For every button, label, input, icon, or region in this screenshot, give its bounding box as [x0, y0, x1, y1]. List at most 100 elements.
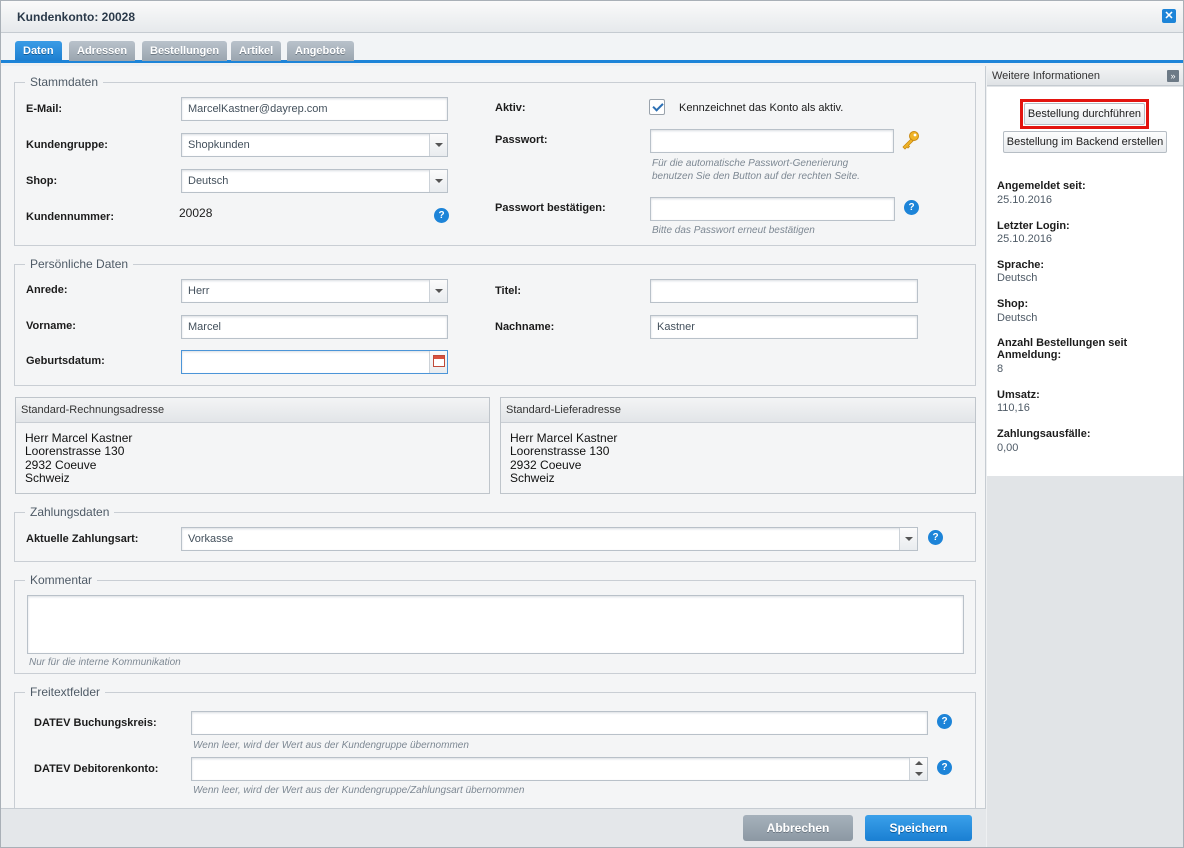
info-value: 0,00 [997, 442, 1019, 454]
info-value: 25.10.2016 [997, 233, 1053, 245]
info-key: Angemeldet seit: [997, 180, 1086, 192]
aktiv-description: Kennzeichnet das Konto als aktiv. [679, 102, 844, 114]
passwort-confirm-field[interactable] [650, 197, 895, 221]
sidebar-body: Bestellung durchführen Bestellung im Bac… [987, 87, 1183, 476]
anrede-value: Herr [188, 285, 210, 297]
info-sidebar: Weitere Informationen » Bestellung durch… [987, 66, 1183, 847]
kundengruppe-value: Shopkunden [188, 139, 250, 151]
anrede-label: Anrede: [26, 284, 68, 296]
tab-artikel[interactable]: Artikel [231, 41, 282, 61]
chevron-down-icon[interactable] [429, 134, 447, 156]
address-line: Loorenstrasse 130 [510, 444, 610, 459]
address-line: Schweiz [510, 470, 555, 485]
help-icon[interactable]: ? [434, 208, 449, 223]
delivery-address-panel: Standard-Lieferadresse Herr Marcel Kastn… [500, 397, 976, 494]
legend-freitext: Freitextfelder [25, 685, 106, 699]
tab-angebote[interactable]: Angebote [287, 41, 354, 61]
close-icon[interactable]: ✕ [1162, 9, 1176, 23]
kundennummer-label: Kundennummer: [26, 211, 114, 223]
legend-persoenlich: Persönliche Daten [25, 257, 134, 271]
help-icon[interactable]: ? [937, 714, 952, 729]
delivery-address-body: Herr Marcel Kastner Loorenstrasse 130 29… [501, 423, 975, 494]
billing-address-title: Standard-Rechnungsadresse [16, 398, 489, 423]
tab-adressen[interactable]: Adressen [69, 41, 136, 61]
legend-stammdaten: Stammdaten [25, 75, 104, 89]
passwort-confirm-hint: Bitte das Passwort erneut bestätigen [652, 225, 815, 236]
help-icon[interactable]: ? [928, 530, 943, 545]
info-key: Sprache: [997, 259, 1045, 271]
kommentar-hint: Nur für die interne Kommunikation [29, 657, 181, 668]
tab-bestellungen[interactable]: Bestellungen [142, 41, 228, 61]
shop-select[interactable]: Deutsch [181, 169, 448, 193]
chevron-down-icon[interactable] [429, 280, 447, 302]
window-titlebar[interactable]: Kundenkonto: 20028 ✕ [1, 1, 1183, 33]
shop-value: Deutsch [188, 175, 229, 187]
address-line: Schweiz [25, 470, 70, 485]
aktiv-label: Aktiv: [495, 102, 526, 114]
debitor-stepper[interactable] [191, 757, 928, 781]
dialog-footer: Abbrechen Speichern [1, 808, 986, 847]
passwort-confirm-label: Passwort bestätigen: [495, 202, 606, 214]
anrede-select[interactable]: Herr [181, 279, 448, 303]
geburtsdatum-label: Geburtsdatum: [26, 355, 105, 367]
passwort-hint: Für die automatische Passwort-Generierun… [652, 158, 860, 182]
titel-field[interactable] [650, 279, 918, 303]
info-value: 25.10.2016 [997, 194, 1053, 206]
info-value: 8 [997, 363, 1004, 375]
debitor-label: DATEV Debitorenkonto: [34, 763, 159, 775]
sidebar-header: Weitere Informationen » [987, 66, 1183, 86]
help-icon[interactable]: ? [904, 200, 919, 215]
kundengruppe-select[interactable]: Shopkunden [181, 133, 448, 157]
kundennummer-value: 20028 [179, 206, 213, 220]
save-button[interactable]: Speichern [865, 815, 972, 841]
delivery-address-title: Standard-Lieferadresse [501, 398, 975, 423]
titel-label: Titel: [495, 285, 522, 297]
legend-kommentar: Kommentar [25, 573, 98, 587]
calendar-icon[interactable] [429, 351, 447, 373]
address-line: Herr Marcel Kastner [510, 431, 618, 445]
buchungskreis-hint: Wenn leer, wird der Wert aus der Kundeng… [193, 740, 469, 751]
info-value: 110,16 [997, 402, 1030, 414]
info-key: Letzter Login: [997, 220, 1070, 232]
collapse-icon[interactable]: » [1167, 70, 1179, 82]
kommentar-textarea[interactable] [27, 595, 964, 654]
zahlungsart-select[interactable]: Vorkasse [181, 527, 918, 551]
nachname-field[interactable]: Kastner [650, 315, 918, 339]
tab-bar: Daten Adressen Bestellungen Artikel Ange… [1, 33, 1183, 63]
shop-label: Shop: [26, 175, 58, 187]
chevron-down-icon[interactable] [899, 528, 917, 550]
buchungskreis-field[interactable] [191, 711, 928, 735]
stepper-arrows-icon[interactable] [909, 758, 927, 780]
passwort-label: Passwort: [495, 134, 548, 146]
info-key: Anzahl Bestellungen seit Anmeldung: [997, 337, 1128, 361]
nachname-label: Nachname: [495, 321, 555, 333]
info-key: Umsatz: [997, 389, 1040, 401]
backend-order-button[interactable]: Bestellung im Backend erstellen [1003, 131, 1167, 153]
aktiv-checkbox[interactable] [649, 99, 665, 115]
address-line: Loorenstrasse 130 [25, 444, 125, 459]
info-value: Deutsch [997, 272, 1038, 284]
info-value: Deutsch [997, 312, 1038, 324]
geburtsdatum-field[interactable] [181, 350, 448, 374]
help-icon[interactable]: ? [937, 760, 952, 775]
kundengruppe-label: Kundengruppe: [26, 139, 108, 151]
debitor-hint: Wenn leer, wird der Wert aus der Kundeng… [193, 785, 525, 796]
form-panel: Stammdaten E-Mail: MarcelKastner@dayrep.… [1, 66, 986, 808]
vorname-field[interactable]: Marcel [181, 315, 448, 339]
place-order-button[interactable]: Bestellung durchführen [1024, 103, 1145, 125]
chevron-down-icon[interactable] [429, 170, 447, 192]
email-field[interactable]: MarcelKastner@dayrep.com [181, 97, 448, 121]
tab-daten[interactable]: Daten [15, 41, 62, 61]
billing-address-body: Herr Marcel Kastner Loorenstrasse 130 29… [16, 423, 489, 494]
passwort-field[interactable] [650, 129, 894, 153]
customer-account-window: Kundenkonto: 20028 ✕ Daten Adressen Best… [0, 0, 1184, 848]
billing-address-panel: Standard-Rechnungsadresse Herr Marcel Ka… [15, 397, 490, 494]
key-icon[interactable] [899, 130, 921, 150]
window-title: Kundenkonto: 20028 [17, 10, 136, 24]
vorname-label: Vorname: [26, 320, 76, 332]
zahlungsart-value: Vorkasse [188, 533, 234, 545]
cancel-button[interactable]: Abbrechen [743, 815, 853, 841]
legend-zahlung: Zahlungsdaten [25, 505, 115, 519]
info-key: Zahlungsausfälle: [997, 428, 1091, 440]
address-line: 2932 Coeuve [510, 457, 582, 472]
